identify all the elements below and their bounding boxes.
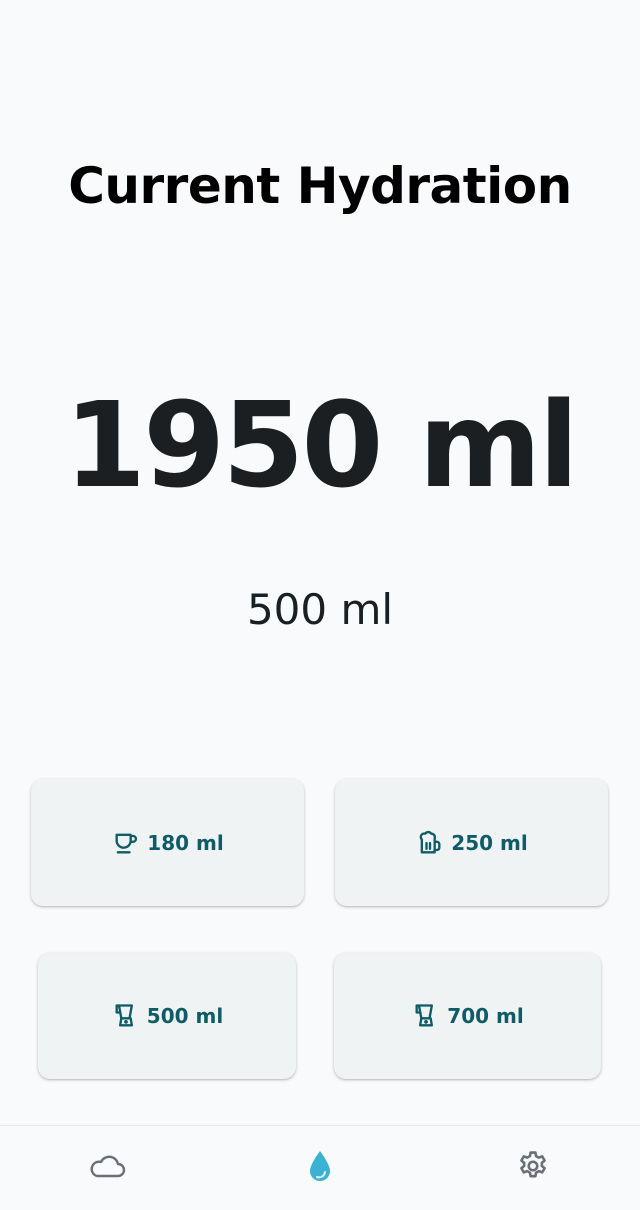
add-button-label: 180 ml bbox=[147, 830, 224, 855]
nav-hydration-tab[interactable] bbox=[260, 1126, 380, 1210]
add-180ml-button[interactable]: 180 ml bbox=[31, 779, 304, 906]
page-title: Current Hydration bbox=[68, 157, 572, 215]
blender-icon bbox=[111, 1001, 141, 1031]
nav-settings-tab[interactable] bbox=[473, 1126, 593, 1210]
coffee-cup-icon bbox=[111, 828, 141, 858]
add-250ml-button[interactable]: 250 ml bbox=[335, 779, 608, 906]
add-button-label: 250 ml bbox=[451, 830, 528, 855]
add-500ml-button[interactable]: 500 ml bbox=[38, 953, 296, 1079]
add-700ml-button[interactable]: 700 ml bbox=[334, 953, 601, 1079]
hydration-screen: Current Hydration 1950 ml 500 ml 180 ml … bbox=[0, 0, 640, 1210]
beer-mug-icon bbox=[415, 828, 445, 858]
selected-amount: 500 ml bbox=[246, 585, 394, 634]
add-button-label: 500 ml bbox=[146, 1004, 224, 1028]
bottom-navigation-bar bbox=[0, 1125, 640, 1210]
add-button-label: 700 ml bbox=[447, 1004, 524, 1028]
nav-weather-tab[interactable] bbox=[47, 1126, 167, 1210]
blender-icon bbox=[411, 1001, 441, 1031]
water-drop-icon bbox=[305, 1148, 335, 1189]
gear-icon bbox=[516, 1149, 550, 1188]
total-hydration-value: 1950 ml bbox=[64, 376, 579, 514]
cloud-icon bbox=[87, 1151, 127, 1186]
